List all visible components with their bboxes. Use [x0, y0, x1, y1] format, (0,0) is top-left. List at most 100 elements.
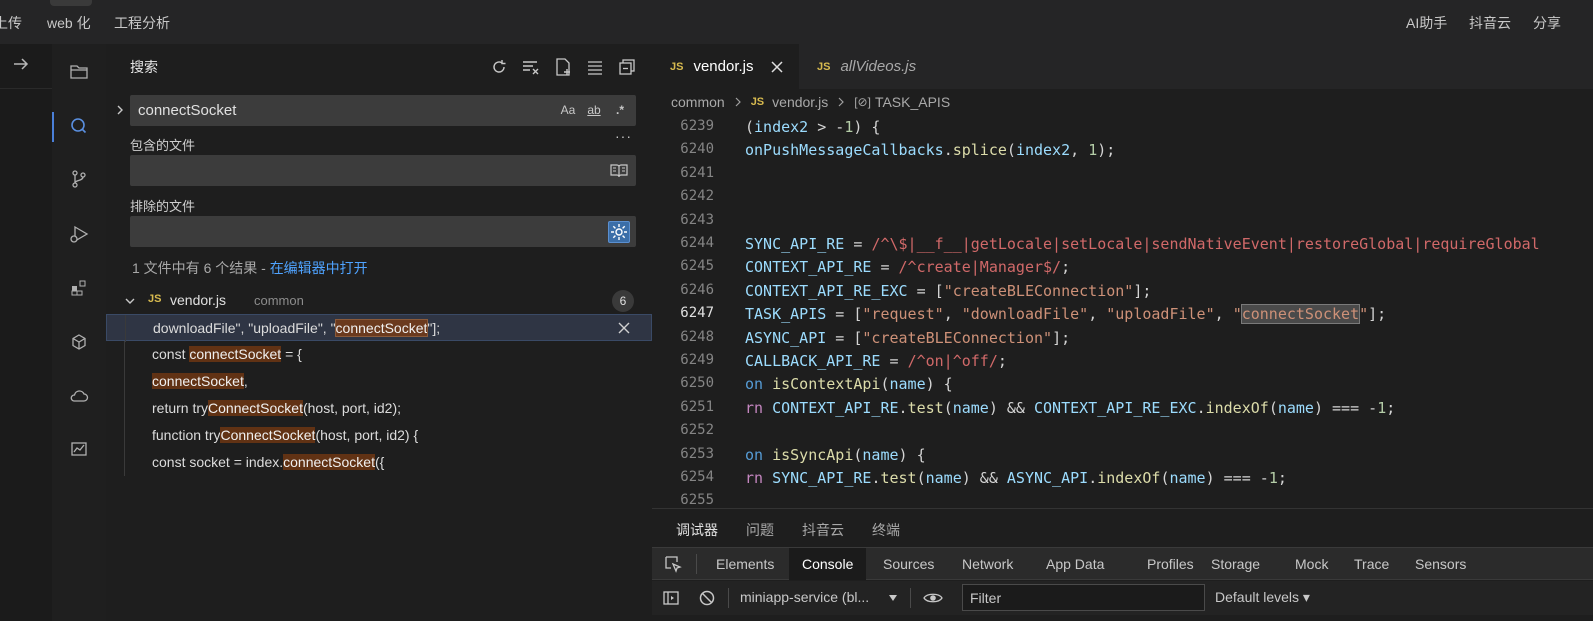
code-line[interactable]: 6244 SYNC_API_RE = /^\$|__f__|getLocale|s…	[652, 232, 1593, 255]
inspect-icon[interactable]	[664, 555, 682, 573]
code-line[interactable]: 6250 on isContextApi(name) {	[652, 372, 1593, 395]
devtools-tab-trace[interactable]: Trace	[1341, 548, 1402, 580]
code-line[interactable]: 6243	[652, 209, 1593, 232]
include-files-input[interactable]	[130, 155, 636, 186]
code-line[interactable]: 6251 rn CONTEXT_API_RE.test(name) && CONT…	[652, 396, 1593, 419]
menu-share[interactable]: 分享	[1533, 13, 1561, 33]
result-file-row[interactable]: JS vendor.js common 6	[106, 288, 652, 314]
chevron-right-icon[interactable]	[114, 104, 126, 116]
cloud-icon[interactable]	[67, 384, 91, 408]
menu-web[interactable]: web 化	[47, 13, 91, 33]
more-options-icon[interactable]: ···	[615, 128, 632, 144]
clear-results-icon[interactable]	[520, 56, 542, 78]
match-case-toggle[interactable]: Aa	[558, 100, 578, 120]
search-sidebar: 搜索 connectSocket Aa ab .* ··· 包含的文件 排除的文…	[106, 44, 652, 621]
devtools-tab-console[interactable]: Console	[789, 548, 867, 580]
exclude-files-label: 排除的文件	[130, 199, 196, 214]
devtools-tab-network[interactable]: Network	[949, 548, 1026, 580]
code-text: CONTEXT_API_RE_EXC = ["createBLEConnecti…	[745, 281, 1152, 300]
match-whole-word-toggle[interactable]: ab	[584, 100, 604, 120]
package-icon[interactable]	[67, 330, 91, 354]
code-line[interactable]: 6254 rn SYNC_API_RE.test(name) && ASYNC_A…	[652, 466, 1593, 489]
extensions-icon[interactable]	[67, 276, 91, 300]
code-line[interactable]: 6252	[652, 419, 1593, 442]
devtools-tab-sensors[interactable]: Sensors	[1402, 548, 1479, 580]
menu-upload[interactable]: 上传	[0, 13, 22, 33]
code-line[interactable]: 6246 CONTEXT_API_RE_EXC = ["createBLEConn…	[652, 279, 1593, 302]
line-number: 6251	[680, 398, 714, 415]
match-line[interactable]: const socket = index.connectSocket({	[106, 449, 652, 476]
context-selector[interactable]: miniapp-service (bl...	[740, 589, 869, 605]
code-line[interactable]: 6245 CONTEXT_API_RE = /^create|Manager$/;	[652, 255, 1593, 278]
chart-icon[interactable]	[67, 437, 91, 461]
code-line[interactable]: 6242	[652, 185, 1593, 208]
devtools-tab-app-data[interactable]: App Data	[1033, 548, 1117, 580]
use-regex-toggle[interactable]: .*	[610, 100, 630, 120]
match-line[interactable]: return tryConnectSocket(host, port, id2)…	[106, 395, 652, 422]
devtools-tab-sources[interactable]: Sources	[870, 548, 947, 580]
eye-icon[interactable]	[923, 589, 943, 607]
code-line[interactable]: 6249 CALLBACK_API_RE = /^on|^off/;	[652, 349, 1593, 372]
folder-icon[interactable]	[67, 60, 91, 84]
devtools-tab-mock[interactable]: Mock	[1282, 548, 1341, 580]
code-line[interactable]: 6247 TASK_APIS = ["request", "downloadFil…	[652, 302, 1593, 325]
filter-field[interactable]	[963, 585, 1204, 610]
line-number: 6253	[680, 445, 714, 462]
close-icon[interactable]	[770, 60, 784, 74]
code-line[interactable]: 6239 (index2 > -1) {	[652, 115, 1593, 138]
open-in-editor-link[interactable]: 在编辑器中打开	[270, 260, 368, 276]
chevron-right-icon	[735, 97, 741, 107]
match-line[interactable]: downloadFile", "uploadFile", "connectSoc…	[106, 314, 652, 342]
close-icon[interactable]	[617, 321, 631, 335]
menu-project-analysis[interactable]: 工程分析	[114, 13, 170, 33]
branch-icon[interactable]	[67, 167, 91, 191]
code-line[interactable]: 6255	[652, 489, 1593, 508]
match-line[interactable]: const connectSocket = {	[106, 341, 652, 368]
code-line[interactable]: 6248 ASYNC_API = ["createBLEConnection"];	[652, 326, 1593, 349]
code-area[interactable]: 6239 (index2 > -1) {6240 onPushMessageCall…	[652, 115, 1593, 508]
breadcrumb-file[interactable]: vendor.js	[772, 94, 828, 110]
run-debug-icon[interactable]	[67, 222, 91, 246]
book-icon[interactable]	[608, 160, 630, 182]
block-icon[interactable]	[698, 589, 716, 607]
new-search-editor-icon[interactable]	[552, 56, 574, 78]
log-levels-dropdown[interactable]: Default levels ▾	[1215, 589, 1310, 606]
refresh-icon[interactable]	[488, 56, 510, 78]
arrow-right-icon[interactable]	[12, 55, 30, 73]
code-line[interactable]: 6253 on isSyncApi(name) {	[652, 443, 1593, 466]
view-as-tree-icon[interactable]	[584, 56, 606, 78]
tab-problems[interactable]: 问题	[746, 520, 774, 540]
chevron-down-icon[interactable]	[124, 295, 136, 307]
code-line[interactable]: 6240 onPushMessageCallbacks.splice(index2…	[652, 138, 1593, 161]
devtools-tab-elements[interactable]: Elements	[703, 548, 787, 580]
match-line[interactable]: function tryConnectSocket(host, port, id…	[106, 422, 652, 449]
line-number: 6250	[680, 375, 714, 392]
tab-debugger[interactable]: 调试器	[676, 520, 718, 549]
settings-gear-icon[interactable]	[608, 221, 630, 243]
search-input-value[interactable]: connectSocket	[138, 102, 236, 119]
menu-ai-assistant[interactable]: AI助手	[1406, 13, 1447, 33]
search-input[interactable]: connectSocket Aa ab .*	[130, 95, 636, 126]
search-icon[interactable]	[67, 114, 91, 138]
tab-douyin-cloud[interactable]: 抖音云	[802, 520, 844, 540]
tab-vendor-js[interactable]: JS vendor.js	[652, 44, 799, 89]
result-count-badge: 6	[612, 290, 634, 312]
tab-allvideos-js[interactable]: JS allVideos.js	[799, 44, 949, 89]
caret-down-icon[interactable]	[888, 594, 898, 602]
breadcrumb-symbol[interactable]: TASK_APIS	[875, 94, 950, 110]
line-number: 6243	[680, 211, 714, 228]
breadcrumb-folder[interactable]: common	[671, 94, 725, 110]
match-line[interactable]: connectSocket,	[106, 368, 652, 395]
devtools-tab-storage[interactable]: Storage	[1198, 548, 1273, 580]
sidebar-toggle-icon[interactable]	[662, 589, 680, 607]
exclude-files-input[interactable]	[130, 216, 636, 247]
tab-terminal[interactable]: 终端	[872, 520, 900, 540]
devtools-tab-profiles[interactable]: Profiles	[1134, 548, 1207, 580]
collapse-all-icon[interactable]	[616, 56, 638, 78]
console-filter-input[interactable]	[962, 584, 1205, 611]
js-file-icon: JS	[750, 96, 765, 108]
code-text: SYNC_API_RE = /^\$|__f__|getLocale|setLo…	[745, 235, 1540, 253]
line-number: 6240	[680, 141, 714, 158]
code-line[interactable]: 6241	[652, 162, 1593, 185]
menu-douyin-cloud[interactable]: 抖音云	[1469, 13, 1511, 33]
